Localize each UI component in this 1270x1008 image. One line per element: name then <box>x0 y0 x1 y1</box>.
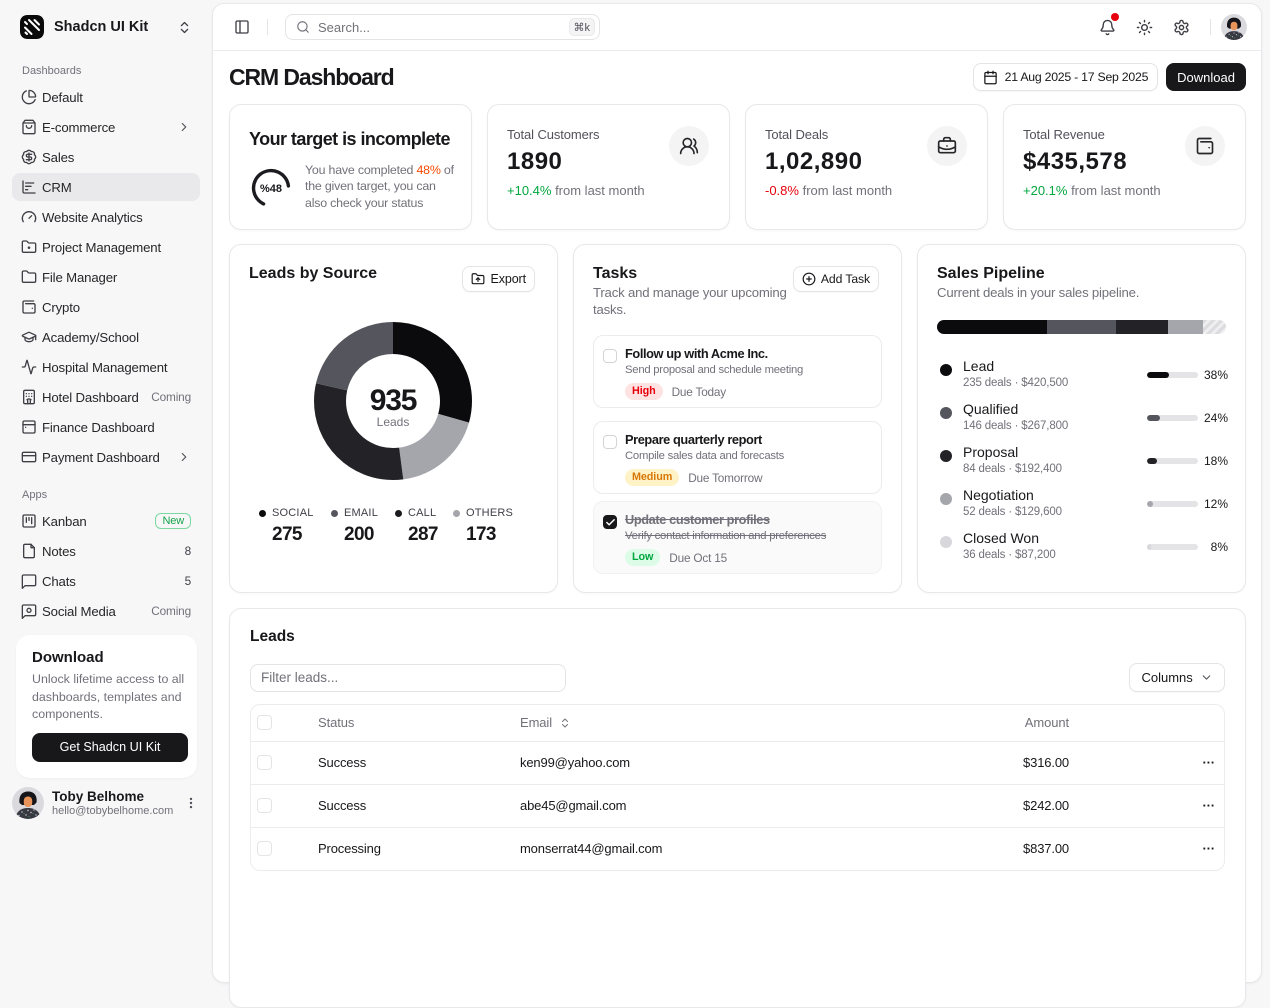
svg-text:935: 935 <box>370 384 417 417</box>
svg-text:%48: %48 <box>260 183 282 195</box>
svg-text:Leads: Leads <box>377 415 410 429</box>
